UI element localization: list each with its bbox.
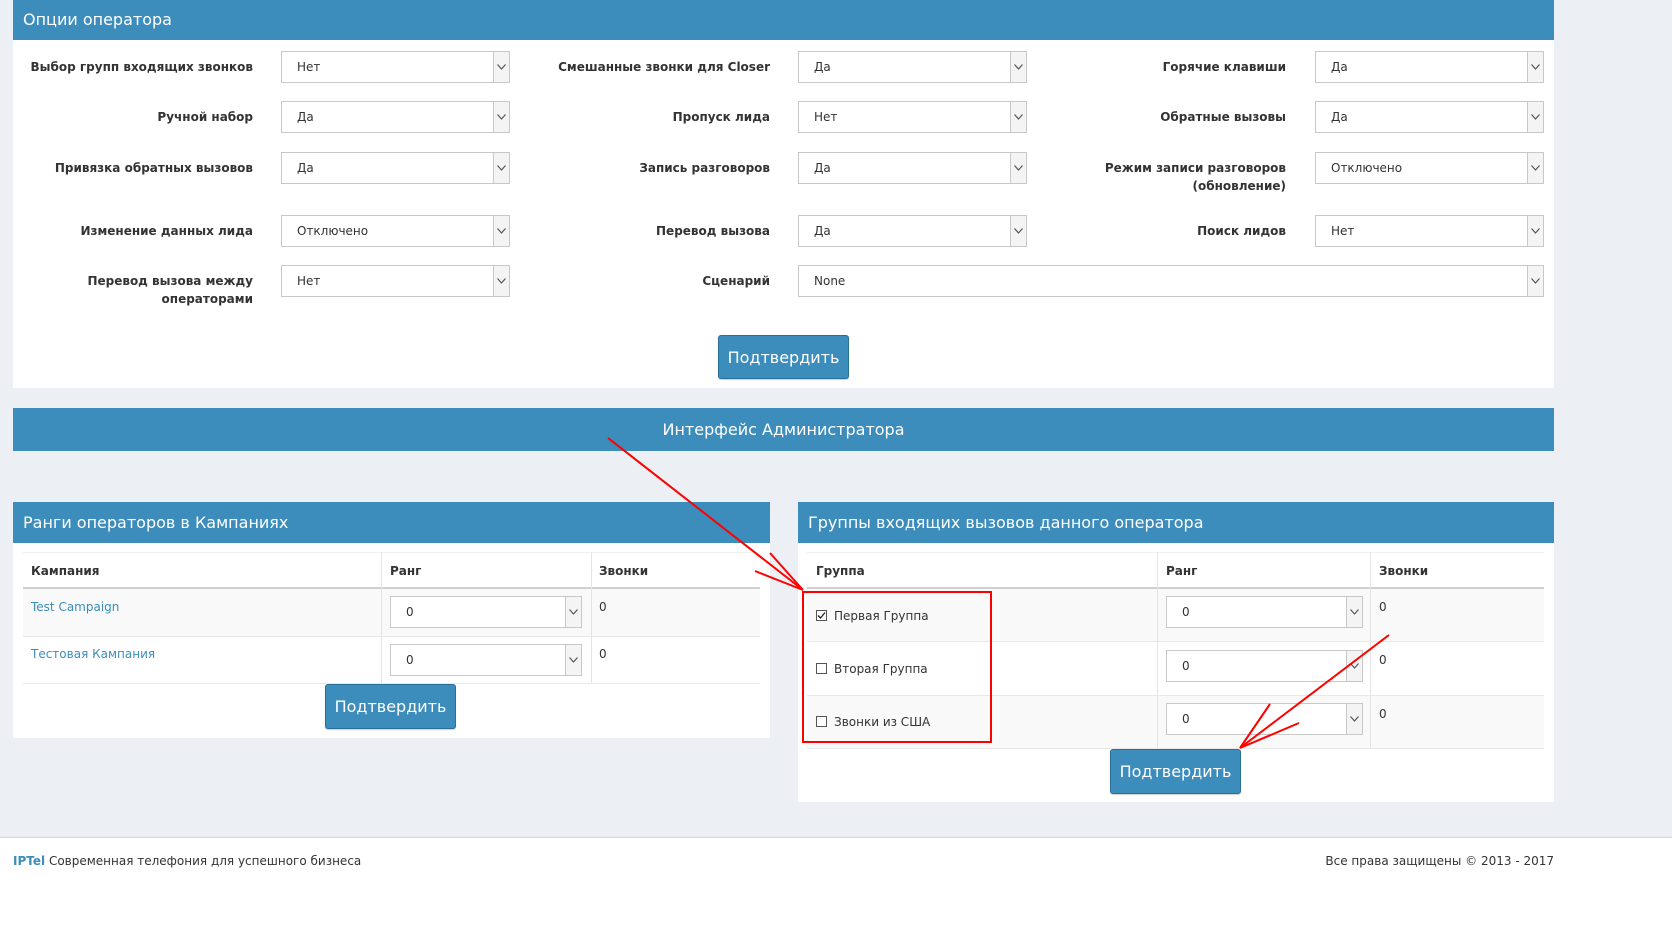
footer-tagline: Современная телефония для успешного бизн… xyxy=(48,854,362,868)
campaign-rank-select[interactable]: 0 xyxy=(390,596,582,628)
table-col-divider xyxy=(381,552,382,683)
inbound-groups-header: Группы входящих вызовов данного оператор… xyxy=(798,502,1554,543)
group-rank-select[interactable]: 0 xyxy=(1166,650,1363,682)
campaign-ranks-submit-button[interactable]: Подтвердить xyxy=(325,684,456,729)
select-lead-skip[interactable]: Нет xyxy=(798,101,1027,133)
chevron-down-icon xyxy=(493,266,509,296)
operator-options-submit-button[interactable]: Подтвердить xyxy=(718,335,849,379)
chevron-down-icon xyxy=(493,153,509,183)
select-agent-transfer[interactable]: Нет xyxy=(281,265,510,297)
group-checkbox-first[interactable] xyxy=(816,610,827,621)
campaign-ranks-title: Ранги операторов в Кампаниях xyxy=(23,513,289,532)
label-call-transfer: Перевод вызова xyxy=(656,224,770,238)
col-group: Группа xyxy=(816,564,865,578)
select-inbound-group-choice[interactable]: Нет xyxy=(281,51,510,83)
select-call-recording[interactable]: Да xyxy=(798,152,1027,184)
checkmark-icon xyxy=(817,612,826,619)
group-name: Звонки из США xyxy=(834,715,931,729)
table-top-border xyxy=(807,552,1544,553)
inbound-groups-title: Группы входящих вызовов данного оператор… xyxy=(808,513,1204,532)
campaign-calls: 0 xyxy=(599,600,607,614)
label-recording-mode-line2: (обновление) xyxy=(1192,179,1287,193)
label-script: Сценарий xyxy=(702,274,770,288)
label-closer-blended: Смешанные звонки для Closer xyxy=(558,60,770,74)
chevron-down-icon xyxy=(1010,153,1026,183)
chevron-down-icon xyxy=(1010,216,1026,246)
table-row-border xyxy=(807,641,1544,642)
inbound-groups-submit-button[interactable]: Подтвердить xyxy=(1110,749,1241,794)
footer: IPTel Современная телефония для успешног… xyxy=(0,837,1672,944)
table-col-divider xyxy=(591,552,592,683)
label-inbound-group-choice: Выбор групп входящих звонков xyxy=(30,60,253,74)
select-call-transfer[interactable]: Да xyxy=(798,215,1027,247)
chevron-down-icon xyxy=(1010,102,1026,132)
footer-brand-link[interactable]: IPTel xyxy=(13,854,45,868)
table-top-border xyxy=(23,552,760,553)
chevron-down-icon xyxy=(1346,597,1362,627)
label-agent-transfer: Перевод вызова между операторами xyxy=(87,274,253,306)
campaign-calls: 0 xyxy=(599,647,607,661)
chevron-down-icon xyxy=(565,645,581,675)
admin-interface-button[interactable]: Интерфейс Администратора xyxy=(13,408,1554,451)
campaign-rank-select[interactable]: 0 xyxy=(390,644,582,676)
campaign-link-test-campaign-ru[interactable]: Тестовая Кампания xyxy=(31,647,155,661)
chevron-down-icon xyxy=(493,102,509,132)
label-lead-edit: Изменение данных лида xyxy=(80,224,253,238)
group-name: Вторая Группа xyxy=(834,662,928,676)
chevron-down-icon xyxy=(493,52,509,82)
group-calls: 0 xyxy=(1379,707,1387,721)
col-rank: Ранг xyxy=(390,564,422,578)
label-callback-binding: Привязка обратных вызовов xyxy=(54,161,253,175)
select-hotkeys[interactable]: Да xyxy=(1315,51,1544,83)
col-group-calls: Звонки xyxy=(1379,564,1429,578)
chevron-down-icon xyxy=(565,597,581,627)
label-recording-mode-line1: Режим записи разговоров xyxy=(1104,161,1286,175)
label-call-recording: Запись разговоров xyxy=(639,161,770,175)
group-calls: 0 xyxy=(1379,653,1387,667)
group-rank-select[interactable]: 0 xyxy=(1166,596,1363,628)
col-campaign: Кампания xyxy=(31,564,100,578)
table-col-divider xyxy=(1370,552,1371,748)
group-checkbox-second[interactable] xyxy=(816,663,827,674)
label-lead-skip: Пропуск лида xyxy=(672,110,770,124)
admin-interface-label: Интерфейс Администратора xyxy=(662,420,905,439)
table-col-divider xyxy=(1157,552,1158,748)
select-script[interactable]: None xyxy=(798,265,1544,297)
group-rank-select[interactable]: 0 xyxy=(1166,703,1363,735)
label-manual-dial: Ручной набор xyxy=(157,110,253,124)
chevron-down-icon xyxy=(1527,216,1543,246)
group-checkbox-usa[interactable] xyxy=(816,716,827,727)
select-recording-mode[interactable]: Отключено xyxy=(1315,152,1544,184)
select-callbacks[interactable]: Да xyxy=(1315,101,1544,133)
chevron-down-icon xyxy=(1527,52,1543,82)
operator-options-title: Опции оператора xyxy=(23,10,172,29)
footer-copyright: Все права защищены © 2013 - 2017 xyxy=(1325,854,1554,868)
chevron-down-icon xyxy=(1527,153,1543,183)
label-hotkeys: Горячие клавиши xyxy=(1162,60,1286,74)
table-row-border xyxy=(807,695,1544,696)
select-callback-binding[interactable]: Да xyxy=(281,152,510,184)
group-calls: 0 xyxy=(1379,600,1387,614)
col-calls: Звонки xyxy=(599,564,649,578)
table-row-border xyxy=(23,636,760,637)
chevron-down-icon xyxy=(1010,52,1026,82)
footer-brand-line: IPTel Современная телефония для успешног… xyxy=(13,854,361,868)
operator-options-header: Опции оператора xyxy=(13,0,1554,40)
campaign-ranks-header: Ранги операторов в Кампаниях xyxy=(13,502,770,543)
chevron-down-icon xyxy=(1527,266,1543,296)
select-closer-blended[interactable]: Да xyxy=(798,51,1027,83)
chevron-down-icon xyxy=(1527,102,1543,132)
chevron-down-icon xyxy=(1346,704,1362,734)
select-manual-dial[interactable]: Да xyxy=(281,101,510,133)
label-lead-search: Поиск лидов xyxy=(1197,224,1286,238)
label-callbacks: Обратные вызовы xyxy=(1160,110,1286,124)
select-lead-search[interactable]: Нет xyxy=(1315,215,1544,247)
label-recording-mode: Режим записи разговоров (обновление) xyxy=(1046,159,1286,195)
chevron-down-icon xyxy=(1346,651,1362,681)
select-lead-edit[interactable]: Отключено xyxy=(281,215,510,247)
group-name: Первая Группа xyxy=(834,609,929,623)
chevron-down-icon xyxy=(493,216,509,246)
col-group-rank: Ранг xyxy=(1166,564,1198,578)
campaign-link-test-campaign[interactable]: Test Campaign xyxy=(31,600,119,614)
